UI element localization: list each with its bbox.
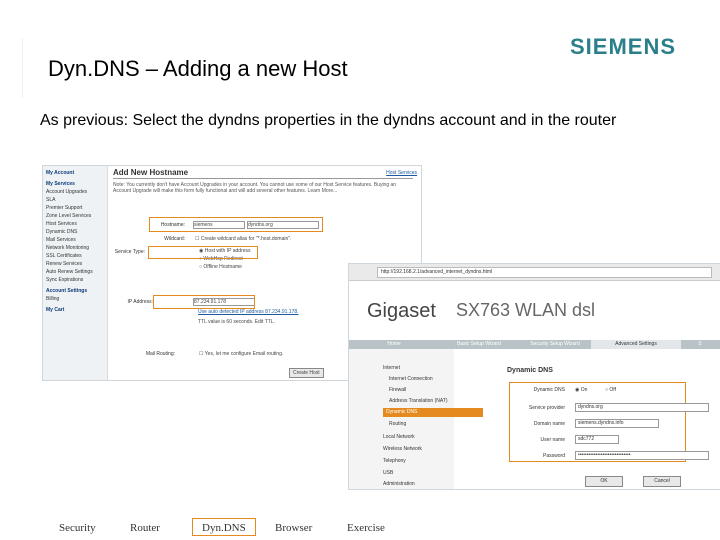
nav-wireless-network[interactable]: Wireless Network bbox=[383, 446, 422, 452]
nav-local-network[interactable]: Local Network bbox=[383, 434, 415, 440]
on-label: On bbox=[580, 387, 588, 393]
mail-routing-label: Mail Routing: bbox=[145, 351, 175, 357]
mail-routing-checkbox[interactable]: ☐ Yes, let me configure Email routing. bbox=[199, 351, 283, 357]
service-option-label: Offline Hostname bbox=[203, 264, 242, 270]
nav-internet[interactable]: Internet bbox=[383, 365, 400, 371]
highlight-ip bbox=[153, 295, 255, 309]
address-bar[interactable]: http://192.168.2.1/advanced_internet_dyn… bbox=[377, 267, 712, 278]
tab-status[interactable]: S bbox=[685, 340, 715, 349]
create-host-button[interactable]: Create Host bbox=[289, 368, 324, 378]
domain-name-input[interactable]: siemens.dyndns.info bbox=[575, 419, 659, 428]
nav-usb[interactable]: USB bbox=[383, 470, 393, 476]
dyndns-sidebar: My Account My Services Account Upgrades … bbox=[43, 166, 108, 380]
subtitle: As previous: Select the dyndns propertie… bbox=[40, 112, 617, 129]
sidebar-item[interactable]: My Account bbox=[43, 169, 107, 177]
user-name-input[interactable]: sdc772 bbox=[575, 435, 619, 444]
dynamic-dns-heading: Dynamic DNS bbox=[507, 367, 553, 374]
footer-router[interactable]: Router bbox=[130, 522, 160, 534]
service-provider-value: dyndns.org bbox=[578, 404, 603, 410]
dyndns-on-radio[interactable]: ◉ On bbox=[575, 387, 587, 393]
sidebar-item[interactable]: Sync Expirations bbox=[43, 276, 107, 284]
password-label: Password bbox=[543, 453, 565, 459]
tab-basic-setup[interactable]: Basic Setup Wizard bbox=[444, 340, 514, 349]
nav-internet-connection[interactable]: Internet Connection bbox=[389, 376, 433, 382]
auto-ip-link[interactable]: Use auto detected IP address 87.234.91.1… bbox=[198, 309, 299, 315]
service-type-label: Service Type: bbox=[114, 249, 145, 255]
gigaset-model: SX763 WLAN dsl bbox=[456, 300, 596, 320]
dyndns-off-radio[interactable]: ○ Off bbox=[605, 387, 616, 393]
password-input[interactable]: •••••••••••••••••••••••••••••• bbox=[575, 451, 709, 460]
sidebar-item[interactable]: Renew Services bbox=[43, 260, 107, 268]
user-name-value: sdc772 bbox=[578, 436, 595, 442]
tab-advanced-settings[interactable]: Advanced Settings bbox=[591, 340, 681, 349]
nav-nat[interactable]: Address Translation (NAT) bbox=[389, 398, 448, 404]
user-name-label: User name bbox=[540, 437, 565, 443]
sidebar-item[interactable]: Auto Renew Settings bbox=[43, 268, 107, 276]
intro-text: Note: You currently don't have Account U… bbox=[113, 182, 397, 194]
footer-exercise[interactable]: Exercise bbox=[347, 522, 385, 534]
sidebar-item[interactable]: Account Settings bbox=[43, 287, 107, 295]
footer-browser[interactable]: Browser bbox=[275, 522, 312, 534]
highlight-service-type bbox=[148, 246, 258, 259]
service-provider-select[interactable]: dyndns.org bbox=[575, 403, 709, 412]
footer-dyndns[interactable]: Dyn.DNS bbox=[202, 522, 246, 534]
wildcard-checkbox[interactable]: ☐ Create wildcard alias for "*.host.doma… bbox=[195, 236, 291, 242]
ip-address-label: IP Address: bbox=[127, 299, 153, 305]
sidebar-item[interactable]: Premier Support bbox=[43, 204, 107, 212]
tab-security-setup[interactable]: Security Setup Wizard bbox=[519, 340, 591, 349]
nav-telephony[interactable]: Telephony bbox=[383, 458, 406, 464]
tab-home[interactable]: Home bbox=[369, 340, 419, 349]
cancel-button[interactable]: Cancel bbox=[643, 476, 681, 487]
sidebar-item[interactable]: My Cart bbox=[43, 306, 107, 314]
dyndns-main: Add New Hostname Note: You currently don… bbox=[113, 168, 413, 194]
off-label: Off bbox=[609, 387, 616, 393]
domain-name-value: siemens.dyndns.info bbox=[578, 420, 624, 426]
footer-security[interactable]: Security bbox=[59, 522, 96, 534]
sidebar-item[interactable]: Mail Services bbox=[43, 236, 107, 244]
password-value: •••••••••••••••••••••••••••••• bbox=[578, 452, 631, 458]
siemens-logo: SIEMENS bbox=[570, 34, 677, 59]
mail-routing-text: Yes, let me configure Email routing. bbox=[204, 351, 284, 357]
nav-dynamic-dns[interactable]: Dynamic DNS bbox=[383, 408, 483, 417]
nav-firewall[interactable]: Firewall bbox=[389, 387, 406, 393]
service-provider-label: Service provider bbox=[528, 405, 565, 411]
dynamic-dns-label: Dynamic DNS bbox=[533, 387, 565, 393]
gigaset-brand: Gigaset bbox=[367, 300, 436, 322]
wildcard-text: Create wildcard alias for "*.host.domain… bbox=[200, 236, 292, 242]
nav-administration[interactable]: Administration bbox=[383, 481, 415, 487]
sidebar-item[interactable]: Dynamic DNS bbox=[43, 228, 107, 236]
wildcard-label: Wildcard: bbox=[164, 236, 185, 242]
router-nav bbox=[349, 349, 454, 489]
sidebar-item[interactable]: SLA bbox=[43, 196, 107, 204]
sidebar-item[interactable]: My Services bbox=[43, 180, 107, 188]
ok-button[interactable]: OK bbox=[585, 476, 623, 487]
ttl-text: TTL value is 60 seconds. Edit TTL. bbox=[198, 319, 275, 325]
nav-routing[interactable]: Routing bbox=[389, 421, 406, 427]
sidebar-item[interactable]: Zone Level Services bbox=[43, 212, 107, 220]
add-hostname-header: Add New Hostname bbox=[113, 168, 413, 179]
highlight-hostname bbox=[149, 217, 323, 232]
gigaset-screenshot: http://192.168.2.1/advanced_internet_dyn… bbox=[348, 263, 720, 490]
host-services-link[interactable]: Host Services bbox=[386, 170, 417, 176]
service-option[interactable]: ○ Offline Hostname bbox=[199, 264, 242, 270]
domain-name-label: Domain name bbox=[533, 421, 565, 427]
sidebar-item[interactable]: Account Upgrades bbox=[43, 188, 107, 196]
page-title: Dyn.DNS – Adding a new Host bbox=[48, 56, 348, 81]
sidebar-item[interactable]: Host Services bbox=[43, 220, 107, 228]
